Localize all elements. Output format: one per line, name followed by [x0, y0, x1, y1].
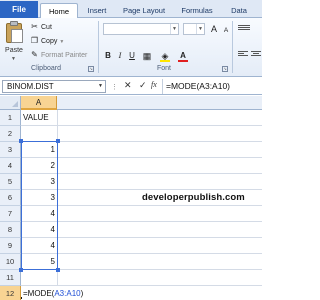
chevron-down-icon: ▼ — [196, 24, 204, 34]
paste-button[interactable]: Paste ▼ — [2, 20, 26, 62]
tab-page-layout[interactable]: Page Layout — [116, 3, 172, 18]
copy-label: Copy — [41, 38, 58, 45]
formula-bar: BINOM.DIST ▼ ⋮ ✕ ✓ fx =MODE(A3:A10) — [0, 78, 262, 95]
insert-function-button[interactable]: fx — [151, 80, 157, 89]
formula-range-ref: A3:A10 — [54, 289, 81, 298]
formula-input[interactable]: =MODE(A3:A10) — [162, 79, 262, 94]
paste-label: Paste — [5, 47, 23, 54]
name-box[interactable]: BINOM.DIST ▼ — [2, 80, 106, 93]
font-group-label: Font — [156, 65, 171, 72]
align-left-icon[interactable] — [238, 50, 250, 60]
cell-a12[interactable]: =MODE(A3:A10) — [22, 286, 84, 300]
gridline — [21, 125, 262, 126]
shrink-font-icon[interactable]: A — [221, 26, 231, 36]
paintbrush-icon: ✎ — [31, 50, 38, 59]
tab-home[interactable]: Home — [40, 3, 78, 19]
font-name-combo[interactable]: ▼ — [103, 23, 179, 35]
chevron-down-icon: ▼ — [11, 56, 16, 62]
row-header-9[interactable]: 9 — [0, 238, 21, 254]
copy-button[interactable]: ❐ Copy ▼ — [30, 35, 64, 47]
chevron-down-icon: ▼ — [170, 24, 178, 34]
ribbon-tab-bar: File Home Insert Page Layout Formulas Da… — [0, 0, 262, 19]
italic-button[interactable]: I — [115, 51, 125, 61]
formula-suffix: ) — [80, 289, 84, 298]
range-handle[interactable] — [19, 268, 23, 272]
clipboard-launcher-icon[interactable]: ↘ — [88, 66, 94, 72]
scissors-icon: ✂ — [31, 22, 38, 31]
bold-button[interactable]: B — [103, 51, 113, 61]
formula-bar-grip-icon: ⋮ — [111, 84, 118, 91]
name-box-value: BINOM.DIST — [7, 82, 54, 91]
format-painter-button[interactable]: ✎ Format Painter — [30, 49, 87, 61]
chevron-down-icon: ▼ — [59, 39, 65, 45]
cancel-icon[interactable]: ✕ — [124, 80, 132, 91]
watermark: developerpublish.com — [142, 192, 245, 203]
font-launcher-icon[interactable]: ↘ — [222, 66, 228, 72]
ribbon-home: Paste ▼ ✂ Cut ❐ Copy ▼ ✎ Format Painter Clip… — [0, 18, 262, 77]
enter-icon[interactable]: ✓ — [139, 80, 147, 91]
row-header-5[interactable]: 5 — [0, 174, 21, 190]
row-header-6[interactable]: 6 — [0, 190, 21, 206]
row-header-7[interactable]: 7 — [0, 206, 21, 222]
cut-label: Cut — [41, 24, 52, 31]
group-divider — [232, 21, 233, 73]
range-handle[interactable] — [19, 139, 23, 143]
grow-font-icon[interactable]: A — [209, 24, 219, 34]
tab-data[interactable]: Data — [224, 3, 254, 18]
tab-file[interactable]: File — [0, 1, 38, 18]
formula-prefix: =MODE( — [23, 289, 55, 298]
column-header-a[interactable]: A — [21, 96, 57, 110]
range-handle[interactable] — [56, 139, 60, 143]
borders-icon[interactable]: ▦ — [142, 51, 152, 61]
row-header-10[interactable]: 10 — [0, 254, 21, 270]
row-header-11[interactable]: 11 — [0, 270, 21, 286]
underline-button[interactable]: U — [127, 51, 137, 61]
chevron-down-icon: ▼ — [98, 83, 103, 89]
cell-a1[interactable]: VALUE — [22, 110, 57, 125]
formula-range-highlight — [21, 141, 58, 270]
row-header-12[interactable]: 12 — [0, 286, 21, 300]
range-handle[interactable] — [56, 268, 60, 272]
tab-insert[interactable]: Insert — [80, 3, 114, 18]
fill-color-swatch — [160, 60, 170, 62]
font-color-swatch — [178, 60, 188, 62]
row-header-4[interactable]: 4 — [0, 158, 21, 174]
row-header-8[interactable]: 8 — [0, 222, 21, 238]
row-header-1[interactable]: 1 — [0, 110, 21, 126]
font-size-combo[interactable]: ▼ — [183, 23, 205, 35]
column-header-strip — [57, 96, 262, 110]
select-all-button[interactable] — [0, 96, 21, 110]
tab-formulas[interactable]: Formulas — [174, 3, 220, 18]
row-header-2[interactable]: 2 — [0, 126, 21, 142]
cut-button[interactable]: ✂ Cut — [30, 21, 52, 33]
row-header-3[interactable]: 3 — [0, 142, 21, 158]
format-painter-label: Format Painter — [41, 52, 88, 59]
copy-icon: ❐ — [30, 36, 39, 45]
group-divider — [98, 21, 99, 73]
align-center-icon[interactable] — [251, 50, 263, 60]
align-top-icon[interactable] — [238, 24, 250, 34]
clipboard-group-label: Clipboard — [31, 65, 61, 72]
